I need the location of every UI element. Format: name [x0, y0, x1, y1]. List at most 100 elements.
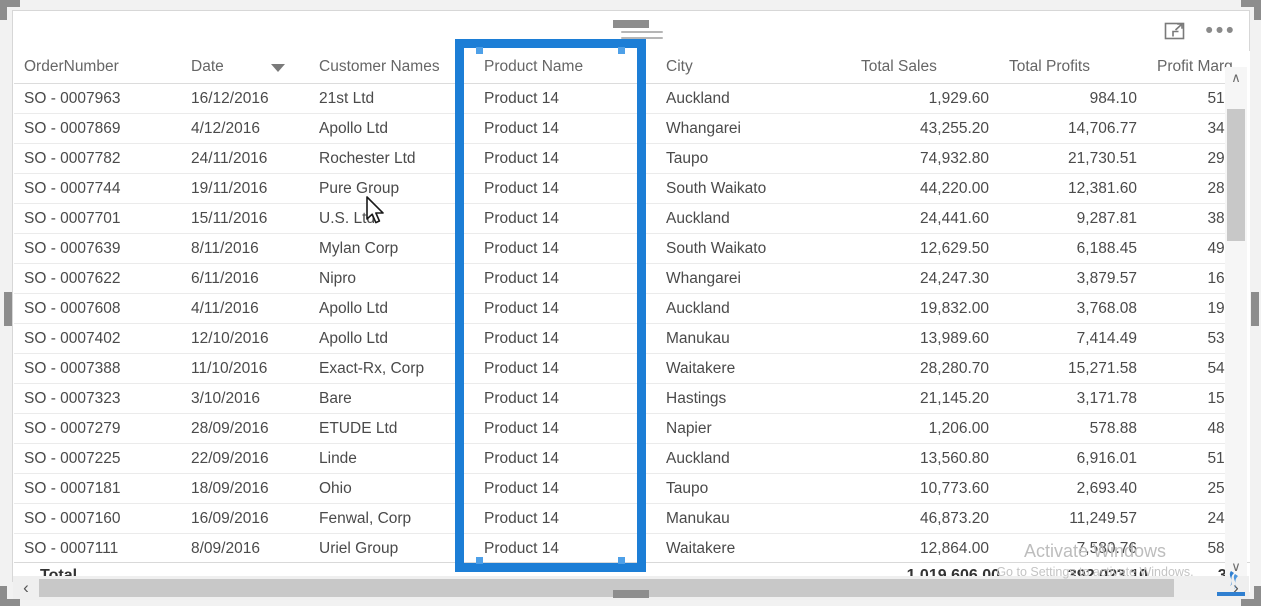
- cell-customer-name[interactable]: Fenwal, Corp: [309, 503, 474, 534]
- cell-customer-name[interactable]: Apollo Ltd: [309, 113, 474, 144]
- cell-total-sales[interactable]: 43,255.20: [851, 113, 999, 144]
- cell-date[interactable]: 4/12/2016: [181, 113, 309, 144]
- cell-total-profits[interactable]: 3,768.08: [999, 293, 1147, 324]
- cell-product-name[interactable]: Product 14: [474, 293, 656, 324]
- cell-city[interactable]: Taupo: [656, 473, 851, 504]
- cell-customer-name[interactable]: Pure Group: [309, 173, 474, 204]
- resize-handle-right[interactable]: [1251, 292, 1259, 326]
- cell-city[interactable]: Whangarei: [656, 263, 851, 294]
- cell-customer-name[interactable]: U.S. Ltd: [309, 203, 474, 234]
- cell-customer-name[interactable]: Nipro: [309, 263, 474, 294]
- cell-total-sales[interactable]: 1,929.60: [851, 83, 999, 114]
- vertical-scrollbar-thumb[interactable]: [1227, 109, 1245, 241]
- table-row[interactable]: SO - 0007323 3/10/2016 Bare Product 14 Hasti…: [14, 383, 1239, 414]
- cell-total-sales[interactable]: 10,773.60: [851, 473, 999, 504]
- column-header-total-sales[interactable]: Total Sales: [851, 51, 999, 84]
- cell-date[interactable]: 18/09/2016: [181, 473, 309, 504]
- table-row[interactable]: SO - 0007963 16/12/2016 21st Ltd Product 14…: [14, 83, 1239, 114]
- cell-product-name[interactable]: Product 14: [474, 263, 656, 294]
- cell-date[interactable]: 11/10/2016: [181, 353, 309, 384]
- cell-order-number[interactable]: SO - 0007782: [14, 143, 181, 174]
- cell-total-profits[interactable]: 21,730.51: [999, 143, 1147, 174]
- cell-product-name[interactable]: Product 14: [474, 383, 656, 414]
- column-header-city[interactable]: City: [656, 51, 851, 84]
- cell-customer-name[interactable]: Apollo Ltd: [309, 323, 474, 354]
- cell-total-sales[interactable]: 1,206.00: [851, 413, 999, 444]
- cell-total-profits[interactable]: 3,879.57: [999, 263, 1147, 294]
- cell-order-number[interactable]: SO - 0007639: [14, 233, 181, 264]
- cell-product-name[interactable]: Product 14: [474, 353, 656, 384]
- cell-city[interactable]: Auckland: [656, 293, 851, 324]
- cell-date[interactable]: 24/11/2016: [181, 143, 309, 174]
- cell-date[interactable]: 22/09/2016: [181, 443, 309, 474]
- cell-order-number[interactable]: SO - 0007402: [14, 323, 181, 354]
- table-row[interactable]: SO - 0007608 4/11/2016 Apollo Ltd Product 1…: [14, 293, 1239, 324]
- cell-product-name[interactable]: Product 14: [474, 143, 656, 174]
- cell-total-sales[interactable]: 19,832.00: [851, 293, 999, 324]
- cell-date[interactable]: 6/11/2016: [181, 263, 309, 294]
- sort-descending-icon[interactable]: [271, 63, 285, 72]
- cell-total-sales[interactable]: 24,441.60: [851, 203, 999, 234]
- cell-order-number[interactable]: SO - 0007160: [14, 503, 181, 534]
- cell-product-name[interactable]: Product 14: [474, 233, 656, 264]
- cell-customer-name[interactable]: Apollo Ltd: [309, 293, 474, 324]
- cell-product-name[interactable]: Product 14: [474, 443, 656, 474]
- cell-order-number[interactable]: SO - 0007701: [14, 203, 181, 234]
- cell-total-sales[interactable]: 21,145.20: [851, 383, 999, 414]
- cell-product-name[interactable]: Product 14: [474, 533, 656, 564]
- cell-city[interactable]: Auckland: [656, 443, 851, 474]
- table-row[interactable]: SO - 0007279 28/09/2016 ETUDE Ltd Product 1…: [14, 413, 1239, 444]
- scroll-left-chevron-icon[interactable]: ‹: [13, 576, 39, 600]
- cell-customer-name[interactable]: 21st Ltd: [309, 83, 474, 114]
- vertical-scrollbar[interactable]: ∧ ∨: [1225, 67, 1247, 578]
- cell-total-profits[interactable]: 578.88: [999, 413, 1147, 444]
- cell-total-profits[interactable]: 15,271.58: [999, 353, 1147, 384]
- table-row[interactable]: SO - 0007622 6/11/2016 Nipro Product 14 Whan…: [14, 263, 1239, 294]
- cell-city[interactable]: Whangarei: [656, 113, 851, 144]
- cell-date[interactable]: 15/11/2016: [181, 203, 309, 234]
- column-header-total-profits[interactable]: Total Profits: [999, 51, 1147, 84]
- cell-total-sales[interactable]: 12,864.00: [851, 533, 999, 564]
- cell-customer-name[interactable]: Rochester Ltd: [309, 143, 474, 174]
- cell-city[interactable]: Waitakere: [656, 353, 851, 384]
- cell-product-name[interactable]: Product 14: [474, 323, 656, 354]
- cell-total-profits[interactable]: 9,287.81: [999, 203, 1147, 234]
- resize-handle-bottom[interactable]: [613, 590, 649, 598]
- cell-product-name[interactable]: Product 14: [474, 113, 656, 144]
- table-row[interactable]: SO - 0007701 15/11/2016 U.S. Ltd Product 14…: [14, 203, 1239, 234]
- cell-order-number[interactable]: SO - 0007744: [14, 173, 181, 204]
- table-row[interactable]: SO - 0007111 8/09/2016 Uriel Group Product …: [14, 533, 1239, 564]
- cell-total-sales[interactable]: 44,220.00: [851, 173, 999, 204]
- cell-total-profits[interactable]: 6,188.45: [999, 233, 1147, 264]
- cell-total-sales[interactable]: 13,560.80: [851, 443, 999, 474]
- cell-total-sales[interactable]: 12,629.50: [851, 233, 999, 264]
- cell-city[interactable]: Auckland: [656, 203, 851, 234]
- table-row[interactable]: SO - 0007225 22/09/2016 Linde Product 14 Auc…: [14, 443, 1239, 474]
- cell-total-profits[interactable]: 984.10: [999, 83, 1147, 114]
- cell-total-profits[interactable]: 11,249.57: [999, 503, 1147, 534]
- cell-date[interactable]: 16/12/2016: [181, 83, 309, 114]
- cell-city[interactable]: Auckland: [656, 83, 851, 114]
- cell-order-number[interactable]: SO - 0007279: [14, 413, 181, 444]
- cell-total-sales[interactable]: 13,989.60: [851, 323, 999, 354]
- cell-date[interactable]: 8/11/2016: [181, 233, 309, 264]
- cell-date[interactable]: 4/11/2016: [181, 293, 309, 324]
- table-visual-container[interactable]: ••• OrderNumber Date Customer Names Prod…: [12, 10, 1250, 592]
- cell-total-profits[interactable]: 3,171.78: [999, 383, 1147, 414]
- cell-product-name[interactable]: Product 14: [474, 503, 656, 534]
- table-row[interactable]: SO - 0007181 18/09/2016 Ohio Product 14 Taup…: [14, 473, 1239, 504]
- column-header-ordernumber[interactable]: OrderNumber: [14, 51, 181, 84]
- table-row[interactable]: SO - 0007782 24/11/2016 Rochester Ltd Produ…: [14, 143, 1239, 174]
- cell-total-sales[interactable]: 24,247.30: [851, 263, 999, 294]
- cell-total-sales[interactable]: 28,280.70: [851, 353, 999, 384]
- more-options-ellipsis-icon[interactable]: •••: [1205, 18, 1235, 44]
- cell-total-profits[interactable]: 12,381.60: [999, 173, 1147, 204]
- cell-total-sales[interactable]: 74,932.80: [851, 143, 999, 174]
- cell-city[interactable]: Waitakere: [656, 533, 851, 564]
- cell-order-number[interactable]: SO - 0007963: [14, 83, 181, 114]
- cell-date[interactable]: 16/09/2016: [181, 503, 309, 534]
- table-row[interactable]: SO - 0007402 12/10/2016 Apollo Ltd Product …: [14, 323, 1239, 354]
- cell-customer-name[interactable]: Mylan Corp: [309, 233, 474, 264]
- cell-city[interactable]: South Waikato: [656, 233, 851, 264]
- cell-customer-name[interactable]: Uriel Group: [309, 533, 474, 564]
